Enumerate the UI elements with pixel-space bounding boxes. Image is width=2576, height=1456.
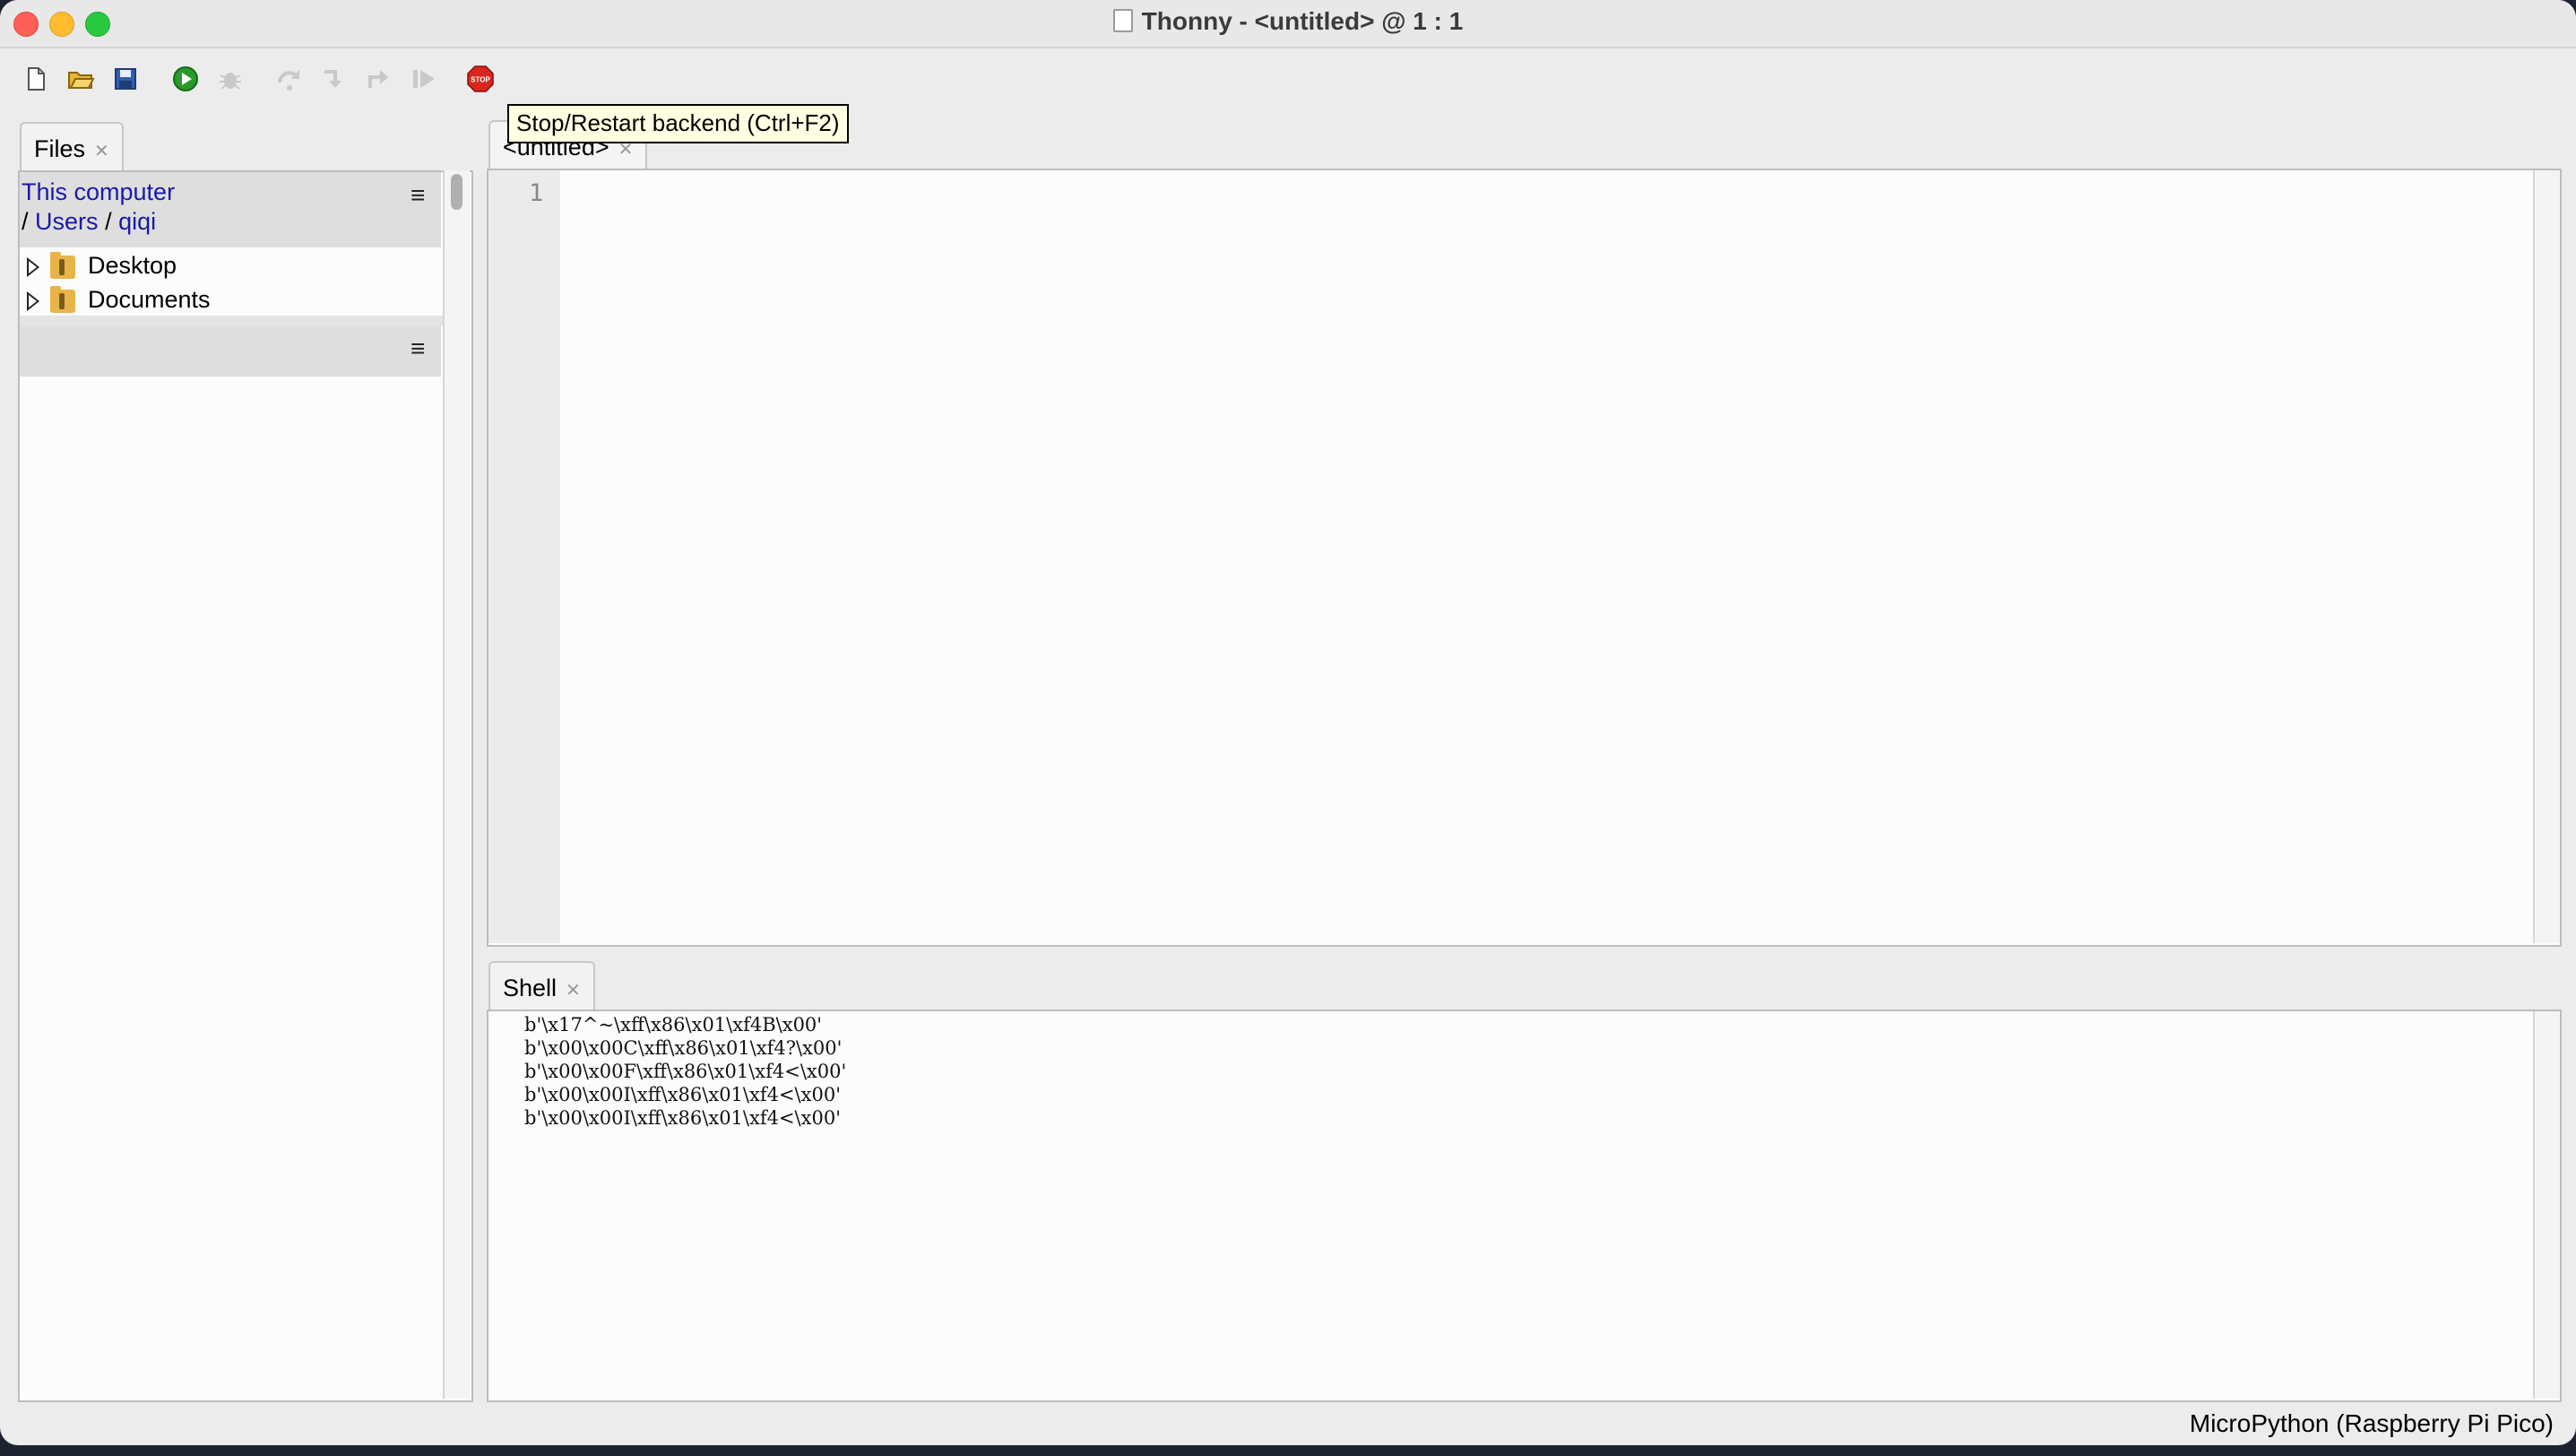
line-number: 1	[529, 179, 544, 207]
window-title: Thonny - <untitled> @ 1 : 1	[0, 7, 2576, 36]
files-menu-icon[interactable]: ≡	[411, 181, 425, 210]
step-into-icon[interactable]	[316, 61, 352, 97]
stop-tooltip: Stop/Restart backend (Ctrl+F2)	[507, 104, 849, 143]
run-icon[interactable]	[168, 61, 203, 97]
window-title-text: Thonny - <untitled> @ 1 : 1	[1141, 7, 1464, 35]
tab-shell[interactable]: Shell ✕	[488, 961, 595, 1011]
shell-output-line: b'\x00\x00I\xff\x86\x01\xf4<\x00'	[524, 1084, 841, 1105]
close-shell-tab-icon[interactable]: ✕	[566, 981, 581, 1001]
files-scrollbar-thumb[interactable]	[451, 174, 462, 210]
resume-icon[interactable]	[406, 61, 442, 97]
pane-sash[interactable]	[20, 316, 470, 326]
expand-triangle-icon[interactable]	[27, 290, 39, 311]
editor-area[interactable]	[487, 169, 2562, 947]
interpreter-status[interactable]: MicroPython (Raspberry Pi Pico)	[2190, 1409, 2554, 1438]
list-item-label: Desktop	[88, 252, 177, 279]
breadcrumb: This computer / Users / qiqi	[22, 178, 434, 249]
tab-shell-label: Shell	[503, 975, 558, 1001]
folder-icon	[50, 285, 75, 313]
svg-text:STOP: STOP	[471, 76, 490, 84]
list-item-label: Documents	[88, 286, 211, 313]
remote-files-header	[20, 326, 441, 377]
shell-output-line: b'\x17^~\xff\x86\x01\xf4B\x00'	[524, 1014, 823, 1036]
tab-files[interactable]: Files ✕	[20, 122, 124, 172]
stop-icon[interactable]: STOP	[462, 61, 498, 97]
remote-files-menu-icon[interactable]: ≡	[411, 334, 425, 363]
new-file-icon[interactable]	[18, 61, 54, 97]
close-files-tab-icon[interactable]: ✕	[94, 142, 109, 161]
shell-output-line: b'\x00\x00I\xff\x86\x01\xf4<\x00'	[524, 1107, 841, 1129]
save-file-icon[interactable]	[108, 61, 143, 97]
title-bar: Thonny - <untitled> @ 1 : 1	[0, 0, 2576, 48]
files-scrollbar[interactable]	[443, 170, 470, 1399]
open-file-icon[interactable]	[63, 61, 99, 97]
breadcrumb-qiqi[interactable]: qiqi	[118, 208, 156, 235]
editor-scrollbar[interactable]	[2533, 170, 2560, 943]
document-icon	[1112, 9, 1133, 32]
debug-icon[interactable]	[212, 61, 248, 97]
list-item[interactable]: Documents	[27, 282, 211, 316]
breadcrumb-users[interactable]: Users	[35, 208, 99, 235]
breadcrumb-separator: /	[105, 208, 112, 235]
shell-scrollbar[interactable]	[2533, 1011, 2560, 1399]
shell-output-line: b'\x00\x00C\xff\x86\x01\xf4?\x00'	[524, 1037, 843, 1059]
list-item[interactable]: Desktop	[27, 248, 177, 282]
shell-output-line: b'\x00\x00F\xff\x86\x01\xf4<\x00'	[524, 1061, 847, 1082]
expand-triangle-icon[interactable]	[27, 256, 39, 277]
breadcrumb-this-computer[interactable]: This computer	[22, 178, 175, 205]
line-number-gutter	[488, 170, 560, 943]
folder-icon	[50, 251, 75, 279]
step-over-icon[interactable]	[272, 61, 307, 97]
tab-files-label: Files	[34, 135, 86, 162]
thonny-window: Thonny - <untitled> @ 1 : 1 STOP Files ✕…	[0, 0, 2576, 1445]
step-out-icon[interactable]	[361, 61, 397, 97]
breadcrumb-separator: /	[22, 208, 29, 235]
